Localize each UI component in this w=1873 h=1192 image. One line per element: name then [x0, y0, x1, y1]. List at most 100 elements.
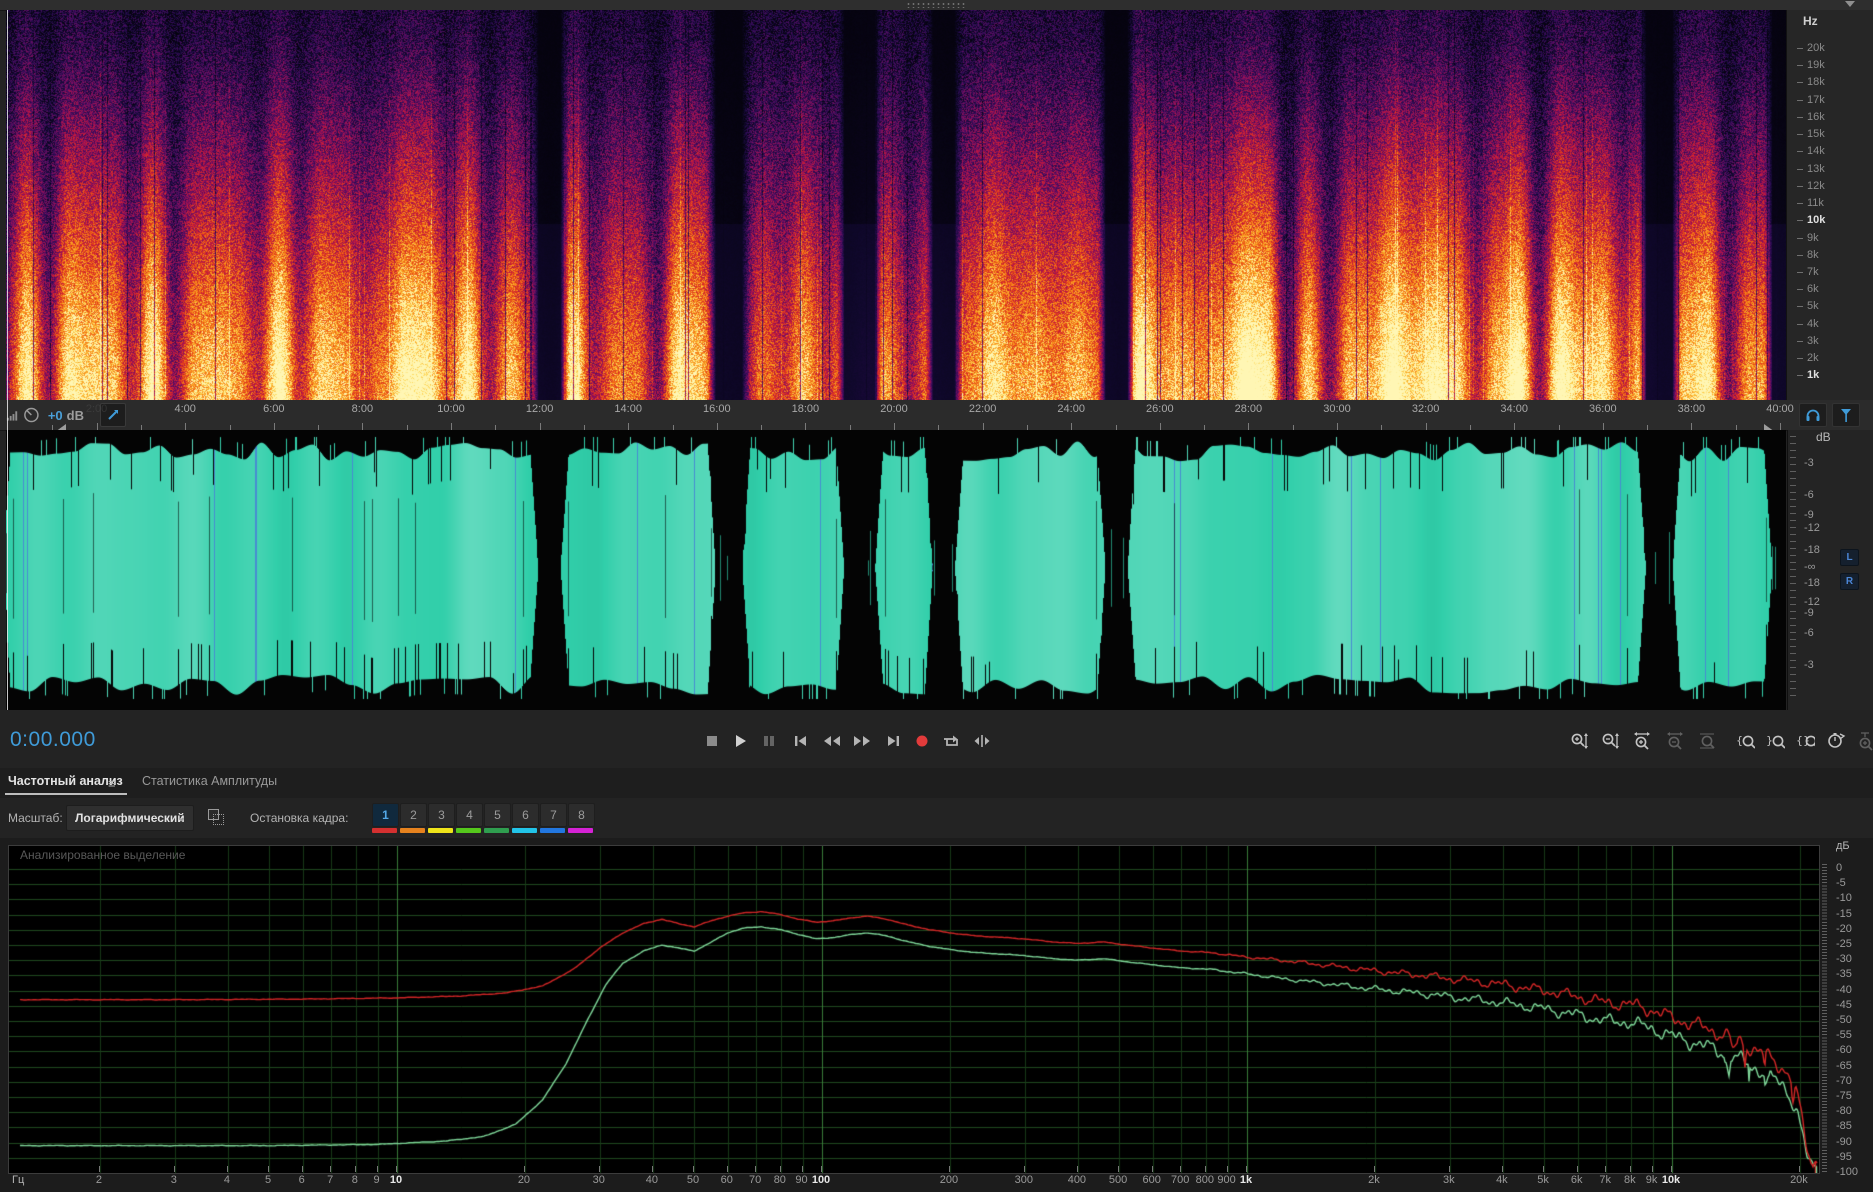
zoom-reset-button[interactable] [1694, 731, 1720, 751]
zoom-in-vertical-button[interactable] [1566, 731, 1592, 751]
hz-scale-label: 2k [1807, 352, 1819, 365]
audio-editor-window: Hz 20k 19k 18k 17k 16k 15k 14k 13k 12k 11k 10k 9k 8k… [0, 0, 1873, 1192]
hold-frame-button-3[interactable]: 3 [428, 803, 455, 827]
ruler-tick [1071, 423, 1073, 430]
play-button[interactable] [728, 732, 752, 750]
skip-to-end-button[interactable] [882, 732, 906, 750]
hz-scale-label: 15k [1807, 128, 1825, 141]
hz-scale-label: 19k [1807, 59, 1825, 72]
gain-value[interactable]: +0 [48, 408, 63, 423]
hold-frame-button-5[interactable]: 5 [484, 803, 511, 827]
channel-right-button[interactable]: R [1840, 573, 1859, 590]
ruler-tick [716, 423, 718, 430]
pause-icon [764, 736, 774, 746]
plot-freq-tick-label: 900 [1217, 1174, 1236, 1186]
zoom-out-vertical-button[interactable] [1597, 731, 1623, 751]
zoom-out-horizontal-button[interactable] [1662, 731, 1688, 751]
waveform-db-label: -12 [1804, 522, 1820, 534]
hold-frame-button-6[interactable]: 6 [512, 803, 539, 827]
marker-button[interactable] [1832, 403, 1860, 427]
zoom-out-horizontal-icon [1666, 731, 1683, 750]
frequency-analysis-panel: Анализированное выделение дБ 0 -5 -10 -15 -2… [0, 838, 1873, 1192]
hold-frame-button-2[interactable]: 2 [400, 803, 427, 827]
hz-scale-label: 3k [1807, 334, 1819, 347]
hold-frame-button-1[interactable]: 1 [372, 803, 399, 827]
zoom-selection-button[interactable]: {} [1792, 731, 1818, 751]
fast-forward-button[interactable] [850, 732, 874, 750]
plot-freq-tick-label: 600 [1142, 1174, 1161, 1186]
hz-scale-tick [1797, 306, 1803, 308]
panel-menu-arrow-icon[interactable] [1845, 1, 1855, 7]
plot-freq-tick [1576, 1166, 1578, 1172]
skip-to-start-button[interactable] [788, 732, 812, 750]
skip-cursor-button[interactable] [970, 732, 994, 750]
zoom-full-vertical-button[interactable] [1852, 731, 1873, 751]
scale-dropdown[interactable]: Логарифмический ⌄ [66, 805, 194, 831]
ruler-time-label: 20:00 [880, 403, 908, 415]
ruler-tick [628, 423, 630, 430]
gain-knob[interactable] [23, 406, 40, 424]
hold-frame-color-bar [372, 828, 397, 833]
copy-graph-button[interactable] [208, 809, 224, 825]
ruler-tick [1514, 423, 1516, 430]
record-button[interactable] [910, 732, 934, 750]
rewind-button[interactable] [820, 732, 844, 750]
monitor-button[interactable] [1799, 403, 1827, 427]
plot-freq-tick [1023, 1166, 1025, 1172]
channel-left-button[interactable]: L [1840, 549, 1859, 566]
plot-freq-tick [1180, 1166, 1182, 1172]
plot-db-tick-label: -20 [1836, 922, 1852, 935]
zoom-time-button[interactable] [1823, 731, 1849, 751]
plot-db-tick-label: -65 [1836, 1059, 1852, 1072]
tab-frequency-analysis[interactable]: Частотный анализ [8, 774, 123, 788]
plot-freq-tick-label: 1k [1239, 1174, 1253, 1186]
skip-end-icon [888, 736, 899, 746]
zoom-out-point-button[interactable]: } [1762, 731, 1788, 751]
hold-frame-button-7[interactable]: 7 [540, 803, 567, 827]
hz-scale-tick [1797, 358, 1803, 360]
ruler-tick [1691, 423, 1693, 430]
ruler-time-label: 2:00 [85, 403, 108, 415]
panel-drag-grip[interactable] [906, 2, 966, 8]
hold-frame-button-8[interactable]: 8 [568, 803, 595, 827]
hz-scale-label: 10k [1807, 214, 1826, 227]
pause-button[interactable] [757, 732, 781, 750]
plot-freq-tick [1246, 1166, 1247, 1172]
plot-freq-tick-label: 30 [592, 1174, 605, 1186]
zoom-in-point-button[interactable]: { [1732, 731, 1758, 751]
plot-freq-tick [1373, 1166, 1375, 1172]
stop-button[interactable] [700, 732, 724, 750]
play-icon [736, 735, 746, 747]
tab-amplitude-statistics[interactable]: Статистика Амплитуды [142, 774, 277, 788]
hold-frame-color-bar [456, 828, 481, 833]
plot-freq-tick-label: 2 [95, 1174, 102, 1186]
loop-playback-button[interactable] [940, 732, 964, 750]
spectrogram-display[interactable] [6, 10, 1786, 400]
hold-frame-button-4[interactable]: 4 [456, 803, 483, 827]
waveform-display[interactable] [6, 430, 1786, 710]
waveform-db-label: -9 [1804, 607, 1814, 619]
hz-scale-label: 11k [1807, 197, 1824, 210]
ruler-tick [894, 423, 895, 430]
zoom-in-horizontal-button[interactable] [1629, 731, 1655, 751]
plot-freq-tick [354, 1166, 356, 1172]
plot-freq-tick-label: 9 [373, 1174, 380, 1186]
hz-scale-tick [1797, 151, 1803, 153]
skip-start-icon [795, 736, 806, 746]
time-display[interactable]: 0:00.000 [10, 728, 96, 752]
ruler-time-label: 22:00 [968, 403, 997, 415]
plot-freq-tick [948, 1166, 950, 1172]
ruler-tick [96, 423, 98, 430]
timeline-ruler[interactable]: +0 dB 2:00 4:00 6:00 8:00 10:00 12:00 14:00 16:… [0, 400, 1873, 431]
panel-tabs-bar: Частотный анализ ≡ Статистика Амплитуды [0, 768, 1873, 799]
plot-freq-tick-label: 500 [1108, 1174, 1128, 1186]
playhead-line[interactable] [7, 10, 8, 710]
waveform-db-label: -18 [1804, 544, 1820, 556]
ruler-tick [1248, 423, 1250, 430]
panel-menu-icon[interactable]: ≡ [108, 776, 116, 791]
ruler-tick [362, 423, 364, 430]
zoom-full-vertical-icon [1859, 731, 1873, 751]
ruler-tick [451, 423, 452, 430]
spectrogram-frequency-scale: Hz 20k 19k 18k 17k 16k 15k 14k 13k 12k 11k 10k 9k 8k… [1786, 10, 1873, 400]
plot-freq-tick [376, 1166, 378, 1172]
